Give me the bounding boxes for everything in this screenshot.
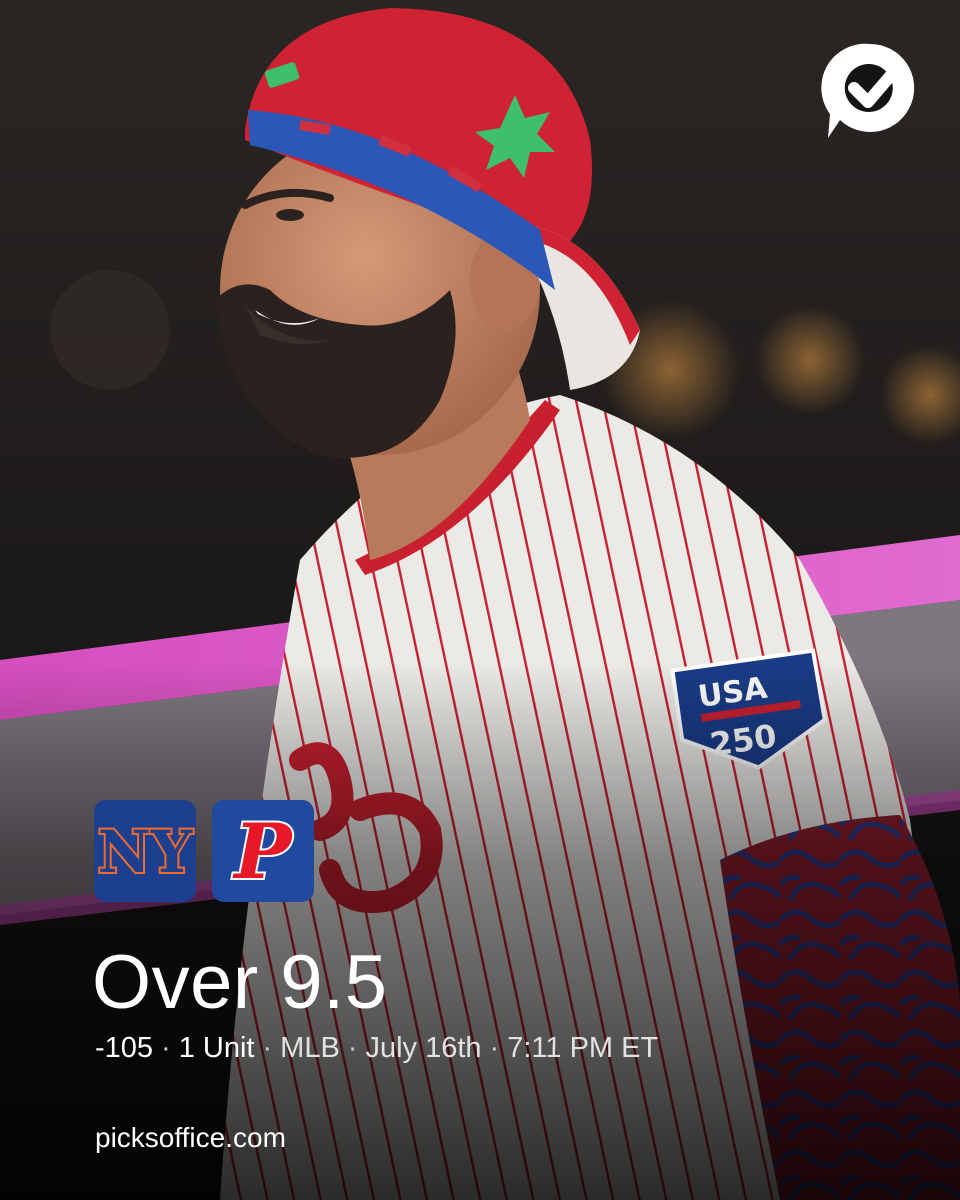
mets-ny-logo-icon: NY bbox=[96, 816, 195, 888]
mets-team-badge: NY bbox=[94, 800, 196, 902]
separator: · bbox=[161, 1032, 171, 1064]
pick-league: MLB bbox=[280, 1032, 340, 1064]
separator: · bbox=[347, 1032, 358, 1064]
pick-units: 1 Unit bbox=[178, 1032, 255, 1064]
site-url: picksoffice.com bbox=[95, 1122, 286, 1153]
phillies-p-logo-icon: P bbox=[230, 805, 295, 898]
pick-time: 7:11 PM ET bbox=[507, 1032, 659, 1064]
svg-text:NY: NY bbox=[98, 818, 193, 886]
separator: · bbox=[489, 1032, 500, 1064]
pick-details: -105 · 1 Unit · MLB · July 16th · 7:11 PM ET bbox=[95, 1030, 658, 1066]
phillies-team-badge: P bbox=[212, 800, 314, 902]
pick-date: July 16th bbox=[365, 1032, 482, 1064]
separator: · bbox=[262, 1032, 273, 1064]
pick-title: Over 9.5 bbox=[92, 940, 388, 1025]
speech-bubble-checkmark-icon bbox=[818, 38, 922, 142]
pick-odds: -105 bbox=[95, 1032, 154, 1064]
svg-text:P: P bbox=[232, 807, 293, 896]
